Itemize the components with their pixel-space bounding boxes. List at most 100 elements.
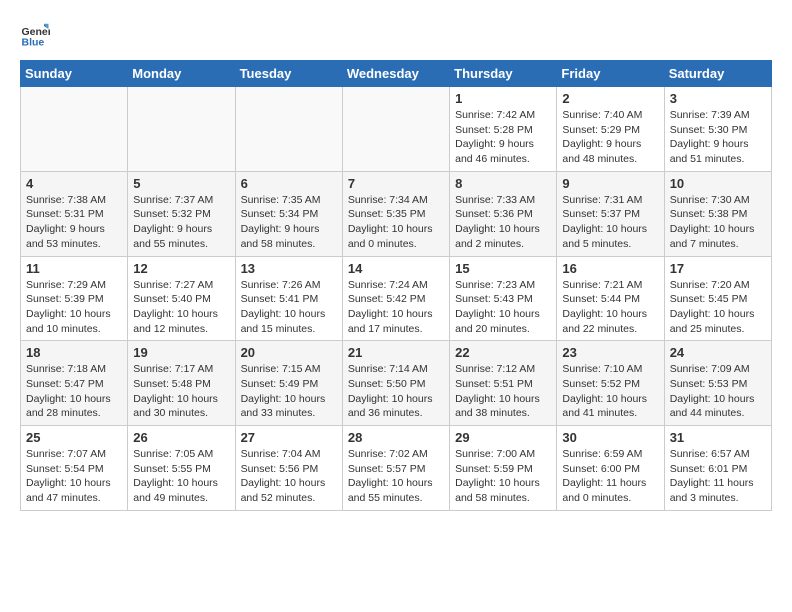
calendar-cell: 5 Sunrise: 7:37 AM Sunset: 5:32 PM Daylig… (128, 171, 235, 256)
day-number: 25 (26, 430, 122, 445)
day-info: Sunrise: 7:29 AM Sunset: 5:39 PM Dayligh… (26, 278, 122, 337)
calendar-cell: 26 Sunrise: 7:05 AM Sunset: 5:55 PM Dayli… (128, 426, 235, 511)
day-info: Sunrise: 7:23 AM Sunset: 5:43 PM Dayligh… (455, 278, 551, 337)
day-number: 12 (133, 261, 229, 276)
day-info: Sunrise: 7:24 AM Sunset: 5:42 PM Dayligh… (348, 278, 444, 337)
weekday-header-tuesday: Tuesday (235, 61, 342, 87)
calendar-cell (21, 87, 128, 172)
day-number: 15 (455, 261, 551, 276)
day-number: 22 (455, 345, 551, 360)
day-info: Sunrise: 6:57 AM Sunset: 6:01 PM Dayligh… (670, 447, 766, 506)
weekday-header-wednesday: Wednesday (342, 61, 449, 87)
calendar-cell: 20 Sunrise: 7:15 AM Sunset: 5:49 PM Dayli… (235, 341, 342, 426)
calendar-cell: 6 Sunrise: 7:35 AM Sunset: 5:34 PM Daylig… (235, 171, 342, 256)
calendar-cell: 28Sunrise: 7:02 AM Sunset: 5:57 PM Dayli… (342, 426, 449, 511)
day-number: 27 (241, 430, 337, 445)
day-info: Sunrise: 7:30 AM Sunset: 5:38 PM Dayligh… (670, 193, 766, 252)
day-info: Sunrise: 7:18 AM Sunset: 5:47 PM Dayligh… (26, 362, 122, 421)
calendar-cell: 11 Sunrise: 7:29 AM Sunset: 5:39 PM Dayli… (21, 256, 128, 341)
day-info: Sunrise: 7:21 AM Sunset: 5:44 PM Dayligh… (562, 278, 658, 337)
day-info: Sunrise: 7:34 AM Sunset: 5:35 PM Dayligh… (348, 193, 444, 252)
calendar-cell: 12Sunrise: 7:27 AM Sunset: 5:40 PM Dayli… (128, 256, 235, 341)
day-info: Sunrise: 7:12 AM Sunset: 5:51 PM Dayligh… (455, 362, 551, 421)
day-info: Sunrise: 7:37 AM Sunset: 5:32 PM Dayligh… (133, 193, 229, 252)
calendar-cell: 23 Sunrise: 7:10 AM Sunset: 5:52 PM Dayli… (557, 341, 664, 426)
calendar-cell (235, 87, 342, 172)
day-number: 11 (26, 261, 122, 276)
day-number: 5 (133, 176, 229, 191)
calendar-week-row: 25 Sunrise: 7:07 AM Sunset: 5:54 PM Dayli… (21, 426, 772, 511)
calendar-cell: 1 Sunrise: 7:42 AM Sunset: 5:28 PM Daylig… (450, 87, 557, 172)
weekday-header-saturday: Saturday (664, 61, 771, 87)
weekday-header-friday: Friday (557, 61, 664, 87)
calendar-header-row: SundayMondayTuesdayWednesdayThursdayFrid… (21, 61, 772, 87)
day-number: 17 (670, 261, 766, 276)
day-number: 29 (455, 430, 551, 445)
day-info: Sunrise: 7:39 AM Sunset: 5:30 PM Dayligh… (670, 108, 766, 167)
calendar-cell: 13 Sunrise: 7:26 AM Sunset: 5:41 PM Dayli… (235, 256, 342, 341)
day-number: 24 (670, 345, 766, 360)
calendar-cell: 15 Sunrise: 7:23 AM Sunset: 5:43 PM Dayli… (450, 256, 557, 341)
day-number: 30 (562, 430, 658, 445)
day-number: 9 (562, 176, 658, 191)
day-info: Sunrise: 7:04 AM Sunset: 5:56 PM Dayligh… (241, 447, 337, 506)
day-number: 18 (26, 345, 122, 360)
day-info: Sunrise: 7:05 AM Sunset: 5:55 PM Dayligh… (133, 447, 229, 506)
calendar-cell: 9 Sunrise: 7:31 AM Sunset: 5:37 PM Daylig… (557, 171, 664, 256)
calendar-cell (128, 87, 235, 172)
day-info: Sunrise: 7:35 AM Sunset: 5:34 PM Dayligh… (241, 193, 337, 252)
calendar-cell: 22 Sunrise: 7:12 AM Sunset: 5:51 PM Dayli… (450, 341, 557, 426)
calendar-cell: 25 Sunrise: 7:07 AM Sunset: 5:54 PM Dayli… (21, 426, 128, 511)
day-info: Sunrise: 7:10 AM Sunset: 5:52 PM Dayligh… (562, 362, 658, 421)
calendar-cell: 4 Sunrise: 7:38 AM Sunset: 5:31 PM Daylig… (21, 171, 128, 256)
day-number: 20 (241, 345, 337, 360)
day-number: 13 (241, 261, 337, 276)
calendar-cell: 18 Sunrise: 7:18 AM Sunset: 5:47 PM Dayli… (21, 341, 128, 426)
day-number: 1 (455, 91, 551, 106)
day-number: 16 (562, 261, 658, 276)
day-info: Sunrise: 7:33 AM Sunset: 5:36 PM Dayligh… (455, 193, 551, 252)
logo: General Blue (20, 20, 50, 50)
day-info: Sunrise: 7:26 AM Sunset: 5:41 PM Dayligh… (241, 278, 337, 337)
calendar-table: SundayMondayTuesdayWednesdayThursdayFrid… (20, 60, 772, 511)
day-number: 8 (455, 176, 551, 191)
calendar-cell: 2 Sunrise: 7:40 AM Sunset: 5:29 PM Daylig… (557, 87, 664, 172)
calendar-week-row: 18 Sunrise: 7:18 AM Sunset: 5:47 PM Dayli… (21, 341, 772, 426)
day-number: 2 (562, 91, 658, 106)
calendar-cell: 10 Sunrise: 7:30 AM Sunset: 5:38 PM Dayli… (664, 171, 771, 256)
day-info: Sunrise: 7:42 AM Sunset: 5:28 PM Dayligh… (455, 108, 551, 167)
day-info: Sunrise: 7:00 AM Sunset: 5:59 PM Dayligh… (455, 447, 551, 506)
day-info: Sunrise: 7:31 AM Sunset: 5:37 PM Dayligh… (562, 193, 658, 252)
day-number: 6 (241, 176, 337, 191)
calendar-cell: 3Sunrise: 7:39 AM Sunset: 5:30 PM Daylig… (664, 87, 771, 172)
day-number: 4 (26, 176, 122, 191)
day-info: Sunrise: 7:38 AM Sunset: 5:31 PM Dayligh… (26, 193, 122, 252)
day-number: 26 (133, 430, 229, 445)
svg-text:Blue: Blue (22, 37, 45, 49)
calendar-cell: 17 Sunrise: 7:20 AM Sunset: 5:45 PM Dayli… (664, 256, 771, 341)
calendar-cell: 21 Sunrise: 7:14 AM Sunset: 5:50 PM Dayli… (342, 341, 449, 426)
day-number: 14 (348, 261, 444, 276)
day-number: 21 (348, 345, 444, 360)
calendar-cell: 8 Sunrise: 7:33 AM Sunset: 5:36 PM Daylig… (450, 171, 557, 256)
day-info: Sunrise: 7:14 AM Sunset: 5:50 PM Dayligh… (348, 362, 444, 421)
day-number: 31 (670, 430, 766, 445)
calendar-week-row: 4 Sunrise: 7:38 AM Sunset: 5:31 PM Daylig… (21, 171, 772, 256)
day-info: Sunrise: 7:20 AM Sunset: 5:45 PM Dayligh… (670, 278, 766, 337)
day-info: Sunrise: 7:40 AM Sunset: 5:29 PM Dayligh… (562, 108, 658, 167)
weekday-header-sunday: Sunday (21, 61, 128, 87)
calendar-cell (342, 87, 449, 172)
calendar-cell: 14 Sunrise: 7:24 AM Sunset: 5:42 PM Dayli… (342, 256, 449, 341)
weekday-header-monday: Monday (128, 61, 235, 87)
calendar-cell: 7Sunrise: 7:34 AM Sunset: 5:35 PM Daylig… (342, 171, 449, 256)
day-info: Sunrise: 7:15 AM Sunset: 5:49 PM Dayligh… (241, 362, 337, 421)
day-info: Sunrise: 7:02 AM Sunset: 5:57 PM Dayligh… (348, 447, 444, 506)
weekday-header-thursday: Thursday (450, 61, 557, 87)
calendar-cell: 19Sunrise: 7:17 AM Sunset: 5:48 PM Dayli… (128, 341, 235, 426)
logo-icon: General Blue (20, 20, 50, 50)
day-number: 23 (562, 345, 658, 360)
calendar-week-row: 1 Sunrise: 7:42 AM Sunset: 5:28 PM Daylig… (21, 87, 772, 172)
day-number: 10 (670, 176, 766, 191)
calendar-cell: 27 Sunrise: 7:04 AM Sunset: 5:56 PM Dayli… (235, 426, 342, 511)
day-info: Sunrise: 7:07 AM Sunset: 5:54 PM Dayligh… (26, 447, 122, 506)
